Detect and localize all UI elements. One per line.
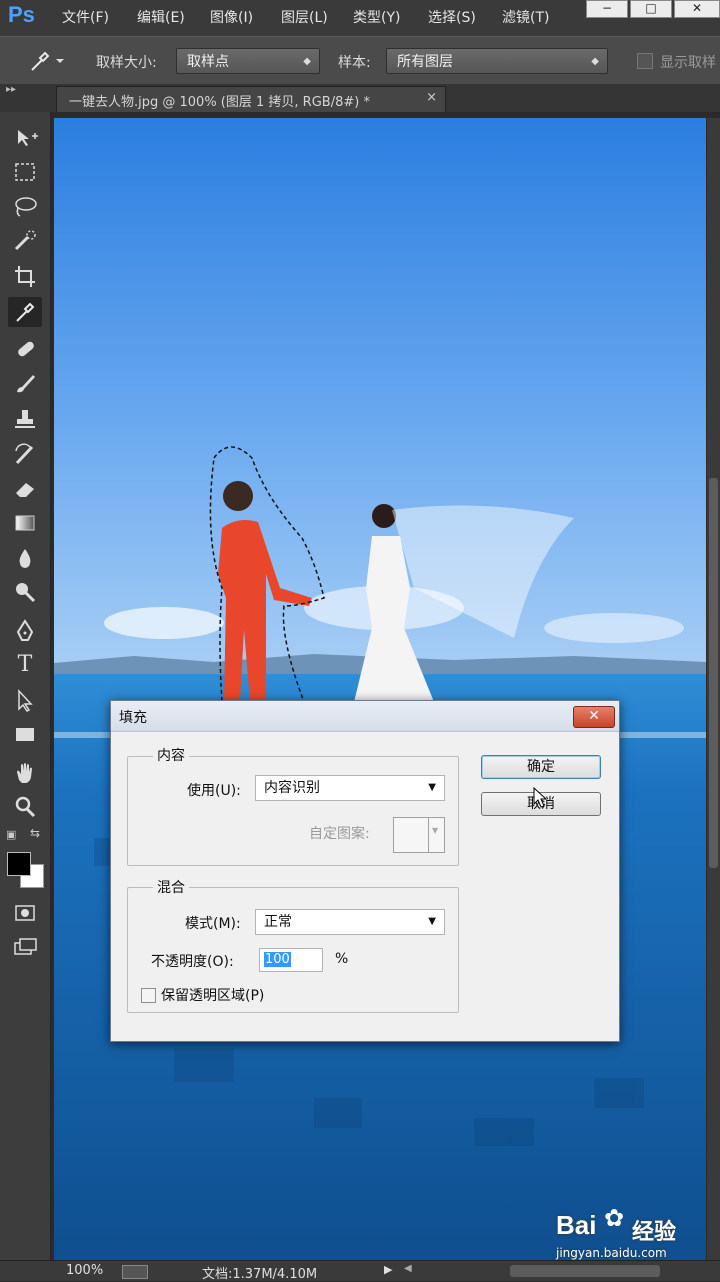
show-ring-checkbox[interactable] [637, 53, 653, 69]
chevron-down-icon: ▼ [428, 916, 436, 927]
window-controls: − □ ✕ [586, 0, 720, 18]
document-canvas[interactable] [54, 118, 706, 1260]
sample-value: 所有图层 [397, 54, 453, 70]
crop-icon[interactable] [8, 262, 42, 292]
mode-value: 正常 [264, 914, 292, 930]
dialog-title: 填充 [119, 710, 147, 726]
horizontal-scroll-thumb[interactable] [510, 1265, 660, 1277]
preserve-transparency-label: 保留透明区域(P) [161, 988, 265, 1004]
path-select-icon[interactable] [8, 685, 42, 715]
quick-select-icon[interactable] [8, 227, 42, 257]
paw-icon: ✿ [604, 1204, 625, 1232]
chevron-down-icon: ▼ [428, 782, 436, 793]
minimize-button[interactable]: − [586, 0, 628, 18]
content-group-label: 内容 [153, 745, 189, 765]
menu-bar: Ps 文件(F) 编辑(E) 图像(I) 图层(L) 类型(Y) 选择(S) 滤… [0, 0, 720, 36]
close-icon: ✕ [588, 708, 600, 724]
screen-mode-icon[interactable] [8, 932, 42, 962]
options-bar: 取样大小: 取样点 ◆ 样本: 所有图层 ◆ 显示取样 [0, 36, 720, 86]
status-bar: 100% 文档:1.37M/4.10M ▶ ◀ [0, 1260, 720, 1282]
gradient-icon[interactable] [8, 508, 42, 538]
sample-size-select[interactable]: 取样点 ◆ [176, 48, 320, 74]
brush-icon[interactable] [8, 368, 42, 398]
watermark-suffix: 经验 [632, 1220, 677, 1245]
eyedropper-icon [16, 302, 35, 322]
sample-label: 样本: [338, 55, 371, 71]
ok-button[interactable]: 确定 [481, 755, 601, 779]
mode-select[interactable]: 正常 ▼ [255, 909, 445, 935]
pen-icon[interactable] [8, 616, 42, 646]
opacity-value: 100 [264, 952, 291, 967]
opacity-input[interactable]: 100 [259, 948, 323, 972]
dodge-icon[interactable] [8, 577, 42, 607]
zoom-icon[interactable] [8, 792, 42, 822]
menu-layer[interactable]: 图层(L) [281, 7, 328, 27]
use-select[interactable]: 内容识别 ▼ [255, 775, 445, 801]
mode-label: 模式(M): [185, 916, 241, 932]
eraser-icon[interactable] [8, 474, 42, 504]
tools-panel: T ▣ ⇆ [0, 112, 51, 1262]
blend-group-label: 混合 [153, 877, 189, 897]
close-tab-icon[interactable]: × [426, 90, 437, 105]
dialog-title-bar[interactable]: 填充 ✕ [111, 701, 619, 732]
scroll-thumb[interactable] [709, 478, 718, 868]
opacity-label: 不透明度(O): [151, 954, 234, 970]
chevron-down-icon: ▼ [432, 826, 439, 835]
marquee-icon[interactable] [8, 157, 42, 187]
menu-filter[interactable]: 滤镜(T) [502, 7, 549, 27]
menu-select[interactable]: 选择(S) [428, 7, 476, 27]
close-window-button[interactable]: ✕ [674, 0, 720, 18]
opacity-unit: % [335, 951, 349, 967]
menu-image[interactable]: 图像(I) [210, 7, 253, 27]
show-ring-label: 显示取样 [660, 55, 716, 71]
history-brush-icon[interactable] [8, 439, 42, 469]
custom-pattern-label: 自定图案: [309, 826, 370, 842]
sample-size-label: 取样大小: [96, 55, 157, 71]
type-icon[interactable]: T [8, 650, 42, 680]
blur-icon[interactable] [8, 543, 42, 573]
status-preview-icon[interactable] [122, 1265, 148, 1279]
chevron-updown-icon: ◆ [591, 56, 599, 67]
healing-brush-icon[interactable] [8, 334, 42, 364]
scroll-left-icon[interactable]: ◀ [404, 1263, 412, 1274]
document-info: 文档:1.37M/4.10M [202, 1267, 318, 1282]
swap-colors-icon[interactable]: ⇆ [30, 826, 40, 840]
zoom-level[interactable]: 100% [66, 1263, 103, 1278]
status-menu-arrow-icon[interactable]: ▶ [384, 1263, 392, 1276]
maximize-button[interactable]: □ [630, 0, 672, 18]
lasso-icon[interactable] [8, 192, 42, 222]
use-label: 使用(U): [187, 783, 241, 799]
menu-type[interactable]: 类型(Y) [353, 7, 400, 27]
chevron-updown-icon: ◆ [303, 56, 311, 67]
sample-size-value: 取样点 [187, 54, 229, 70]
move-icon[interactable] [8, 122, 42, 152]
document-tab-title: 一键去人物.jpg @ 100% (图层 1 拷贝, RGB/8#) * [69, 95, 370, 110]
document-tab[interactable]: 一键去人物.jpg @ 100% (图层 1 拷贝, RGB/8#) * × [56, 86, 446, 112]
eyedropper-icon[interactable] [28, 49, 68, 73]
custom-pattern-picker: ▼ [393, 817, 445, 853]
preserve-transparency-checkbox[interactable] [141, 988, 156, 1003]
use-value: 内容识别 [264, 780, 320, 796]
hand-icon[interactable] [8, 758, 42, 788]
rectangle-icon[interactable] [8, 719, 42, 749]
sample-select[interactable]: 所有图层 ◆ [386, 48, 608, 74]
default-colors-icon[interactable]: ▣ [6, 828, 16, 841]
quick-mask-icon[interactable] [8, 898, 42, 928]
photoshop-logo: Ps [8, 2, 35, 27]
baidu-jingyan-watermark: Bai ✿ 经验 jingyan.baidu.com [556, 1200, 716, 1260]
vertical-scrollbar[interactable] [707, 118, 720, 1260]
wedding-photo [54, 118, 706, 1260]
mouse-cursor-icon [533, 786, 549, 813]
fill-dialog: 填充 ✕ 内容 使用(U): 内容识别 ▼ 自定图案: ▼ 混合 模式(M): … [110, 700, 620, 1042]
foreground-color-swatch[interactable] [7, 852, 31, 876]
watermark-brand: Bai [556, 1210, 597, 1240]
menu-file[interactable]: 文件(F) [62, 7, 109, 27]
eyedropper-tool[interactable] [8, 297, 42, 327]
clone-stamp-icon[interactable] [8, 404, 42, 434]
watermark-url: jingyan.baidu.com [556, 1246, 667, 1260]
dialog-close-button[interactable]: ✕ [573, 706, 615, 728]
panel-collapse-icon[interactable]: ▸▸ [6, 84, 16, 95]
menu-edit[interactable]: 编辑(E) [137, 7, 185, 27]
